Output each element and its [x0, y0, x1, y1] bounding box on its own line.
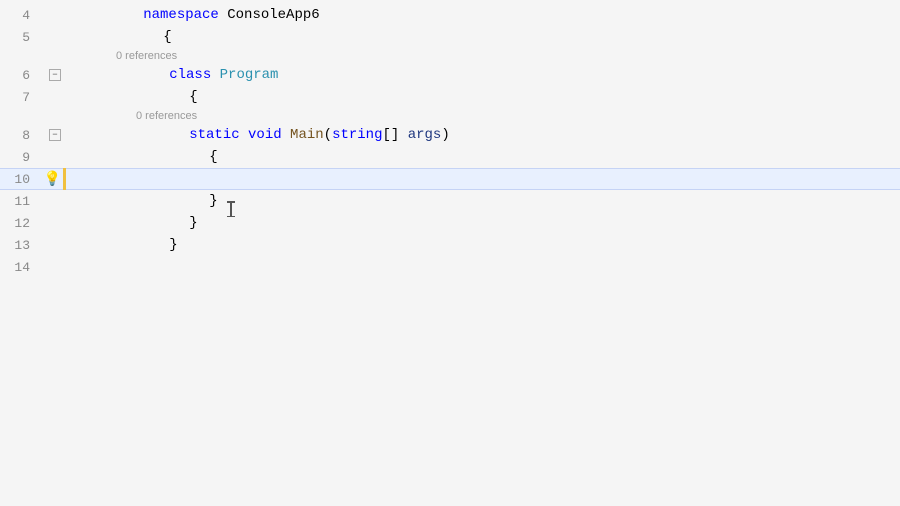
collapse-button-8[interactable]: − [49, 129, 61, 141]
line-number-8: 8 [0, 128, 40, 143]
line-number-10: 10 [0, 172, 40, 187]
code-area: 4 namespace ConsoleApp6 5 { 0 references… [0, 0, 900, 506]
line-number-9: 9 [0, 150, 40, 165]
line-number-14: 14 [0, 260, 40, 275]
collapse-button-6[interactable]: − [49, 69, 61, 81]
brace-close: } [169, 237, 177, 253]
indent [143, 237, 169, 253]
lightbulb-icon[interactable]: 💡 [44, 171, 61, 188]
line-number-4: 4 [0, 8, 40, 23]
line-number-13: 13 [0, 238, 40, 253]
code-line-13: 13 } [0, 234, 900, 256]
line-number-6: 6 [0, 68, 40, 83]
gutter-10: 💡 [40, 168, 70, 190]
line-number-12: 12 [0, 216, 40, 231]
line-number-7: 7 [0, 90, 40, 105]
line-number-5: 5 [0, 30, 40, 45]
line-number-11: 11 [0, 194, 40, 209]
indent [143, 124, 209, 140]
code-editor: 4 namespace ConsoleApp6 5 { 0 references… [0, 0, 900, 506]
gutter-8[interactable]: − [40, 129, 70, 141]
gutter-6[interactable]: − [40, 69, 70, 81]
code-line-14: 14 [0, 256, 900, 278]
yellow-bar [63, 168, 66, 190]
